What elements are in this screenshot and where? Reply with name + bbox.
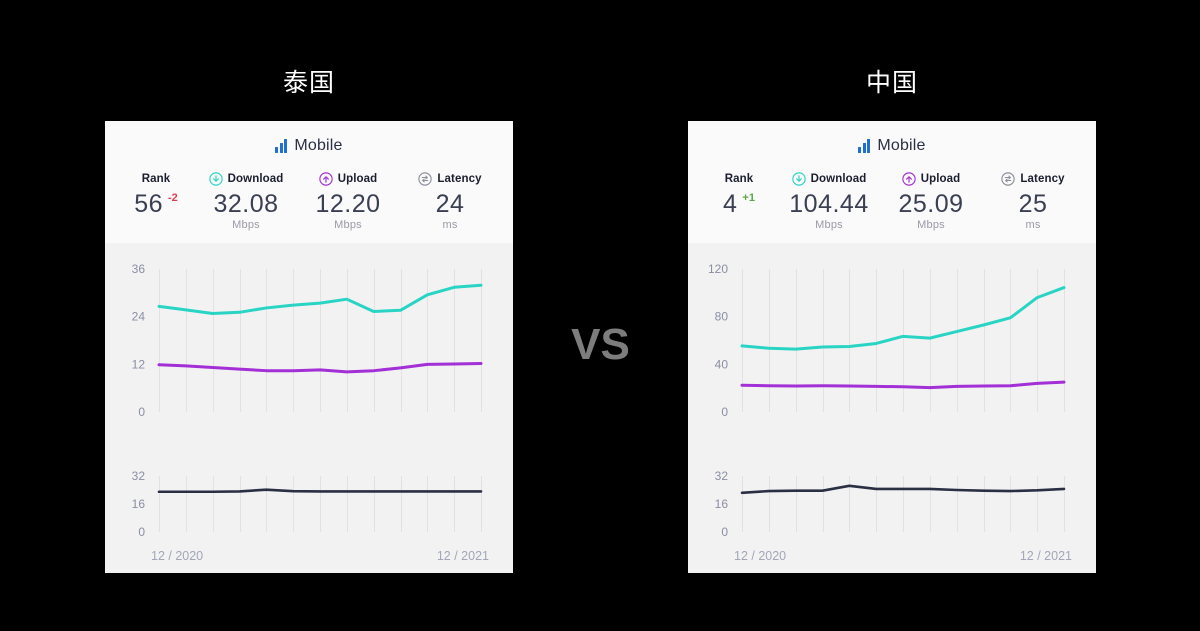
connection-type-label-right: Mobile [877, 137, 926, 154]
x-axis-start-label: 12 / 2020 [734, 549, 786, 563]
connection-type-label-left: Mobile [294, 137, 343, 154]
metric-rank-label-right: Rank [724, 173, 754, 185]
metric-latency-label-right: Latency [1020, 173, 1065, 185]
metric-latency-unit-left: ms [442, 219, 458, 231]
y-axis-tick-label: 12 [132, 357, 146, 371]
y-axis-tick-label: 32 [132, 469, 146, 483]
metric-download-body-right: 104.44 Mbps [778, 190, 880, 232]
y-axis-tick-label: 32 [715, 469, 729, 483]
latency-exchange-circle-icon [418, 172, 433, 186]
rank-delta-left: -2 [168, 192, 178, 204]
y-axis-tick-label: 80 [715, 310, 729, 324]
y-axis-tick-label: 40 [715, 357, 729, 371]
comparison-page: 泰国 中国 VS Mobile Rank 56 -2 Download 32.0… [0, 0, 1200, 631]
metric-latency-unit-right: ms [1025, 219, 1041, 231]
metric-upload-head-left: Upload [297, 171, 399, 187]
y-axis-tick-label: 16 [715, 497, 729, 511]
rank-delta-right: +1 [742, 192, 755, 204]
metric-rank-head-right: Rank [700, 171, 778, 187]
latency-chart-left: 0 16 32 12 / 2020 12 / 2021 [105, 448, 513, 573]
x-axis-start-label: 12 / 2020 [151, 549, 203, 563]
metric-upload-head-right: Upload [880, 171, 982, 187]
metric-latency-body-left: 24 ms [399, 190, 501, 232]
country-title-left: 泰国 [282, 69, 335, 97]
y-axis-tick-label: 36 [132, 262, 146, 276]
metric-rank-label-left: Rank [141, 173, 171, 185]
metrics-row-left: Rank 56 -2 Download 32.08 Mbps Upload 12… [105, 171, 513, 231]
metric-upload-body-left: 12.20 Mbps [297, 190, 399, 232]
vs-divider: VS [571, 320, 630, 369]
mobile-signal-bars-icon [858, 139, 871, 153]
metric-upload-label-left: Upload [337, 173, 378, 185]
metric-upload-unit-right: Mbps [917, 219, 945, 231]
metric-rank-value-left: 56 [134, 190, 164, 218]
metric-upload-left[interactable]: Upload 12.20 Mbps [297, 171, 399, 231]
metric-rank-right[interactable]: Rank 4 +1 [700, 171, 778, 218]
metric-download-right[interactable]: Download 104.44 Mbps [778, 171, 880, 231]
y-axis-tick-label: 0 [721, 405, 728, 419]
x-axis-end-label: 12 / 2021 [1020, 549, 1072, 563]
metric-upload-label-right: Upload [920, 173, 961, 185]
metric-download-head-right: Download [778, 171, 880, 187]
metric-rank-value-right: 4 [723, 190, 738, 218]
rank-value-row-right: 4 +1 [723, 191, 755, 218]
y-axis-tick-label: 0 [721, 525, 728, 539]
y-axis-tick-label: 120 [708, 262, 728, 276]
card-header-right: Mobile Rank 4 +1 Download 104.44 Mbps Up… [688, 121, 1096, 243]
metric-rank-body-left: 56 -2 [117, 191, 195, 218]
metric-latency-right[interactable]: Latency 25 ms [982, 171, 1084, 231]
x-axis-end-label: 12 / 2021 [437, 549, 489, 563]
metric-upload-body-right: 25.09 Mbps [880, 190, 982, 232]
metric-download-unit-right: Mbps [815, 219, 843, 231]
metric-latency-left[interactable]: Latency 24 ms [399, 171, 501, 231]
latency-chart-svg-left: 0 16 32 12 / 2020 12 / 2021 [132, 469, 489, 563]
metric-rank-left[interactable]: Rank 56 -2 [117, 171, 195, 218]
upload-arrow-circle-icon [319, 172, 333, 186]
connection-type-row-right: Mobile [688, 135, 1096, 157]
mobile-signal-bars-icon [275, 139, 288, 153]
upload-arrow-circle-icon [902, 172, 916, 186]
rank-value-row-left: 56 -2 [134, 191, 178, 218]
metric-latency-body-right: 25 ms [982, 190, 1084, 232]
metrics-row-right: Rank 4 +1 Download 104.44 Mbps Upload 25… [688, 171, 1096, 231]
y-axis-tick-label: 16 [132, 497, 146, 511]
metric-download-value-right: 104.44 [789, 190, 869, 218]
metric-download-left[interactable]: Download 32.08 Mbps [195, 171, 297, 231]
metric-download-label-left: Download [227, 173, 284, 185]
metric-upload-value-left: 12.20 [315, 190, 381, 218]
metric-rank-body-right: 4 +1 [700, 191, 778, 218]
metric-latency-head-left: Latency [399, 171, 501, 187]
country-title-right: 中国 [865, 69, 918, 97]
metric-rank-head-left: Rank [117, 171, 195, 187]
card-header-left: Mobile Rank 56 -2 Download 32.08 Mbps Up… [105, 121, 513, 243]
metric-upload-unit-left: Mbps [334, 219, 362, 231]
metric-upload-right[interactable]: Upload 25.09 Mbps [880, 171, 982, 231]
metric-latency-head-right: Latency [982, 171, 1084, 187]
speedtest-card-left: Mobile Rank 56 -2 Download 32.08 Mbps Up… [105, 121, 513, 573]
speed-chart-right: 0 40 80 120 [688, 243, 1096, 448]
y-axis-tick-label: 24 [132, 310, 146, 324]
metric-download-unit-left: Mbps [232, 219, 260, 231]
metric-download-value-left: 32.08 [213, 190, 279, 218]
metric-download-head-left: Download [195, 171, 297, 187]
connection-type-row-left: Mobile [105, 135, 513, 157]
speedtest-card-right: Mobile Rank 4 +1 Download 104.44 Mbps Up… [688, 121, 1096, 573]
metric-upload-value-right: 25.09 [898, 190, 964, 218]
y-axis-tick-label: 0 [138, 525, 145, 539]
speed-chart-left: 0 12 24 36 [105, 243, 513, 448]
speed-chart-svg-right: 0 40 80 120 [708, 262, 1066, 419]
latency-chart-right: 0 16 32 12 / 2020 12 / 2021 [688, 448, 1096, 573]
metric-download-label-right: Download [810, 173, 867, 185]
metric-download-body-left: 32.08 Mbps [195, 190, 297, 232]
y-axis-tick-label: 0 [138, 405, 145, 419]
latency-exchange-circle-icon [1001, 172, 1016, 186]
metric-latency-label-left: Latency [437, 173, 482, 185]
metric-latency-value-left: 24 [435, 190, 465, 218]
metric-latency-value-right: 25 [1018, 190, 1048, 218]
download-arrow-circle-icon [208, 172, 223, 186]
latency-chart-svg-right: 0 16 32 12 / 2020 12 / 2021 [715, 469, 1072, 563]
speed-chart-svg-left: 0 12 24 36 [132, 262, 483, 419]
download-arrow-circle-icon [791, 172, 806, 186]
